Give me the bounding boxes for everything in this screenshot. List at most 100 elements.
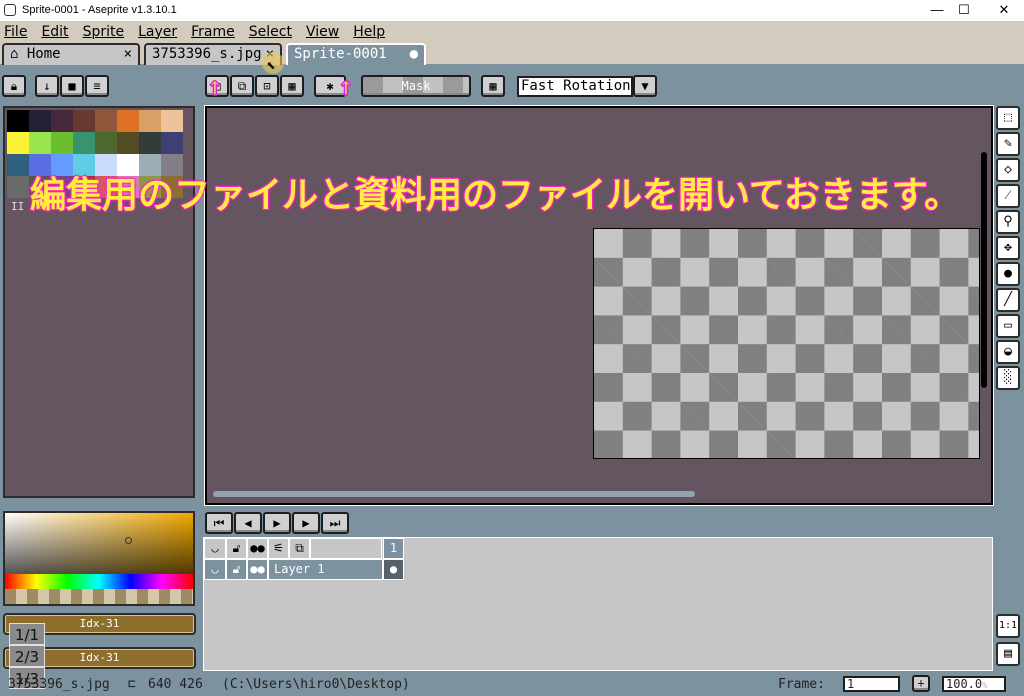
menu-sprite[interactable]: Sprite <box>83 24 125 40</box>
blur-tool-icon[interactable]: ░ <box>996 366 1020 390</box>
cel-1[interactable]: ● <box>383 559 404 580</box>
palette-swatch[interactable] <box>73 110 95 132</box>
palette-swatch[interactable] <box>161 110 183 132</box>
pivot-icon[interactable]: ▦ <box>481 75 505 97</box>
palette-swatch[interactable] <box>73 132 95 154</box>
palette-swatch[interactable] <box>51 132 73 154</box>
save-icon[interactable]: ■ <box>60 75 84 97</box>
layer-header-spacer <box>310 538 382 559</box>
layer-name[interactable]: Layer 1 <box>268 559 383 580</box>
move-tool-icon[interactable]: ✥ <box>996 236 1020 260</box>
zoom-1-1-button[interactable]: 1:1 <box>996 614 1020 638</box>
palette-swatch[interactable] <box>7 176 29 198</box>
play-icon[interactable]: ▶ <box>263 512 291 534</box>
timeline: ◡ 🔓︎ ●● ⚟ ⧉ 1 ◡ 🔓︎ ●● Layer 1 ● <box>203 537 993 671</box>
layer-settings-icon[interactable]: ⚟ <box>268 538 289 559</box>
line-tool-icon[interactable]: ╱ <box>996 288 1020 312</box>
palette-swatch[interactable] <box>161 132 183 154</box>
add-frame-button[interactable]: + <box>912 675 930 692</box>
palette-swatch[interactable] <box>95 132 117 154</box>
palette-swatch[interactable] <box>139 110 161 132</box>
palette-panel: II <box>3 106 195 498</box>
alpha-slider[interactable] <box>5 589 193 604</box>
window-title: Sprite-0001 - Aseprite v1.3.10.1 <box>22 4 177 16</box>
palette-swatch[interactable] <box>7 154 29 176</box>
rotation-algorithm-select[interactable]: Fast Rotation <box>517 76 633 97</box>
palette-resize-handle[interactable]: II <box>11 200 24 213</box>
status-size: 640 426 <box>148 677 203 692</box>
first-frame-icon[interactable]: ⏮ <box>205 512 233 534</box>
zoom-tool-icon[interactable]: ⚲ <box>996 210 1020 234</box>
app-icon <box>4 4 16 16</box>
marquee-tool-icon[interactable]: ⬚ <box>996 106 1020 130</box>
palette-swatch[interactable] <box>29 132 51 154</box>
maximize-button[interactable]: ☐ <box>947 0 981 21</box>
palette-swatch[interactable] <box>51 110 73 132</box>
selection-add-icon[interactable]: ⧉ <box>230 75 254 97</box>
palette-swatch[interactable] <box>7 110 29 132</box>
pencil-tool-icon[interactable]: ✎ <box>996 132 1020 156</box>
vertical-scrollbar[interactable] <box>981 152 987 388</box>
frame-input[interactable]: 1 <box>843 676 900 692</box>
palette-swatch[interactable] <box>7 132 29 154</box>
mouse-cursor-icon: ⬉ <box>266 56 276 75</box>
arrow-up-annotation-icon: ↑ <box>206 71 223 103</box>
annotation-overlay-text: 編集用のファイルと資料用のファイルを開いておきます。 <box>29 174 961 217</box>
menu-icon[interactable]: ≡ <box>85 75 109 97</box>
tab-sprite-0001[interactable]: Sprite-0001 ● <box>286 43 426 65</box>
layer-lock-icon[interactable]: 🔓︎ <box>226 559 247 580</box>
next-frame-icon[interactable]: ▶ <box>292 512 320 534</box>
color-spectrum[interactable] <box>3 511 195 606</box>
palette-swatch[interactable] <box>29 110 51 132</box>
close-button[interactable]: ✕ <box>987 0 1021 21</box>
color-picker-handle[interactable] <box>125 537 132 544</box>
palette-swatch[interactable] <box>95 110 117 132</box>
rectangle-tool-icon[interactable]: ▭ <box>996 314 1020 338</box>
mask-color-button[interactable]: Mask <box>361 75 471 97</box>
tab-close-icon[interactable]: × <box>124 46 132 62</box>
image-size-icon: ⊏ <box>128 677 136 692</box>
tab-home[interactable]: ⌂ Home × <box>2 43 140 65</box>
menu-layer[interactable]: Layer <box>138 24 177 40</box>
menu-frame[interactable]: Frame <box>191 24 235 40</box>
eyedropper-tool-icon[interactable]: ⁄ <box>996 184 1020 208</box>
sprite-image <box>593 228 980 459</box>
status-filename: 3753396_s.jpg <box>8 677 110 692</box>
status-bar: 3753396_s.jpg ⊏ 640 426 (C:\Users\hiro0\… <box>0 674 1024 696</box>
timeline-toggle-icon[interactable]: ▤ <box>996 642 1020 666</box>
menu-edit[interactable]: Edit <box>41 24 68 40</box>
hue-slider[interactable] <box>5 574 193 589</box>
contour-tool-icon[interactable]: ◒ <box>996 340 1020 364</box>
visibility-header-icon[interactable]: ◡ <box>204 538 226 559</box>
status-path: (C:\Users\hiro0\Desktop) <box>222 677 410 692</box>
page-badge: 1/1 <box>9 623 45 645</box>
selection-intersect-icon[interactable]: ▦ <box>280 75 304 97</box>
layer-visibility-icon[interactable]: ◡ <box>204 559 226 580</box>
modified-dot-icon: ● <box>409 46 418 62</box>
palette-swatch[interactable] <box>117 110 139 132</box>
fill-tool-icon[interactable]: ● <box>996 262 1020 286</box>
chevron-down-icon[interactable]: ▼ <box>633 75 657 97</box>
selection-subtract-icon[interactable]: ⊡ <box>255 75 279 97</box>
previous-frame-icon[interactable]: ◀ <box>234 512 262 534</box>
eraser-tool-icon[interactable]: ◇ <box>996 158 1020 182</box>
layer-continuous-icon[interactable]: ●● <box>247 559 268 580</box>
continuous-header-icon[interactable]: ●● <box>247 538 268 559</box>
tool-bar: ⬚ ✎ ◇ ⁄ ⚲ ✥ ● ╱ ▭ ◒ ░ <box>996 106 1022 392</box>
menu-help[interactable]: Help <box>353 24 385 40</box>
menu-select[interactable]: Select <box>249 24 292 40</box>
zoom-input[interactable]: 100.0% <box>942 676 1006 692</box>
lock-header-icon[interactable]: 🔓︎ <box>226 538 247 559</box>
frame-header-1[interactable]: 1 <box>383 538 404 559</box>
onion-skin-icon[interactable]: ⧉ <box>289 538 310 559</box>
horizontal-scrollbar[interactable] <box>213 491 695 497</box>
title-bar: Sprite-0001 - Aseprite v1.3.10.1 — ☐ ✕ <box>0 0 1024 21</box>
palette-swatch[interactable] <box>139 132 161 154</box>
lock-icon[interactable]: 🔒︎ <box>2 75 26 97</box>
menu-file[interactable]: File <box>4 24 27 40</box>
palette-swatch[interactable] <box>117 132 139 154</box>
download-icon[interactable]: ↓ <box>35 75 59 97</box>
last-frame-icon[interactable]: ⏭ <box>321 512 349 534</box>
menu-bar: File Edit Sprite Layer Frame Select View… <box>0 21 1024 42</box>
menu-view[interactable]: View <box>306 24 339 40</box>
